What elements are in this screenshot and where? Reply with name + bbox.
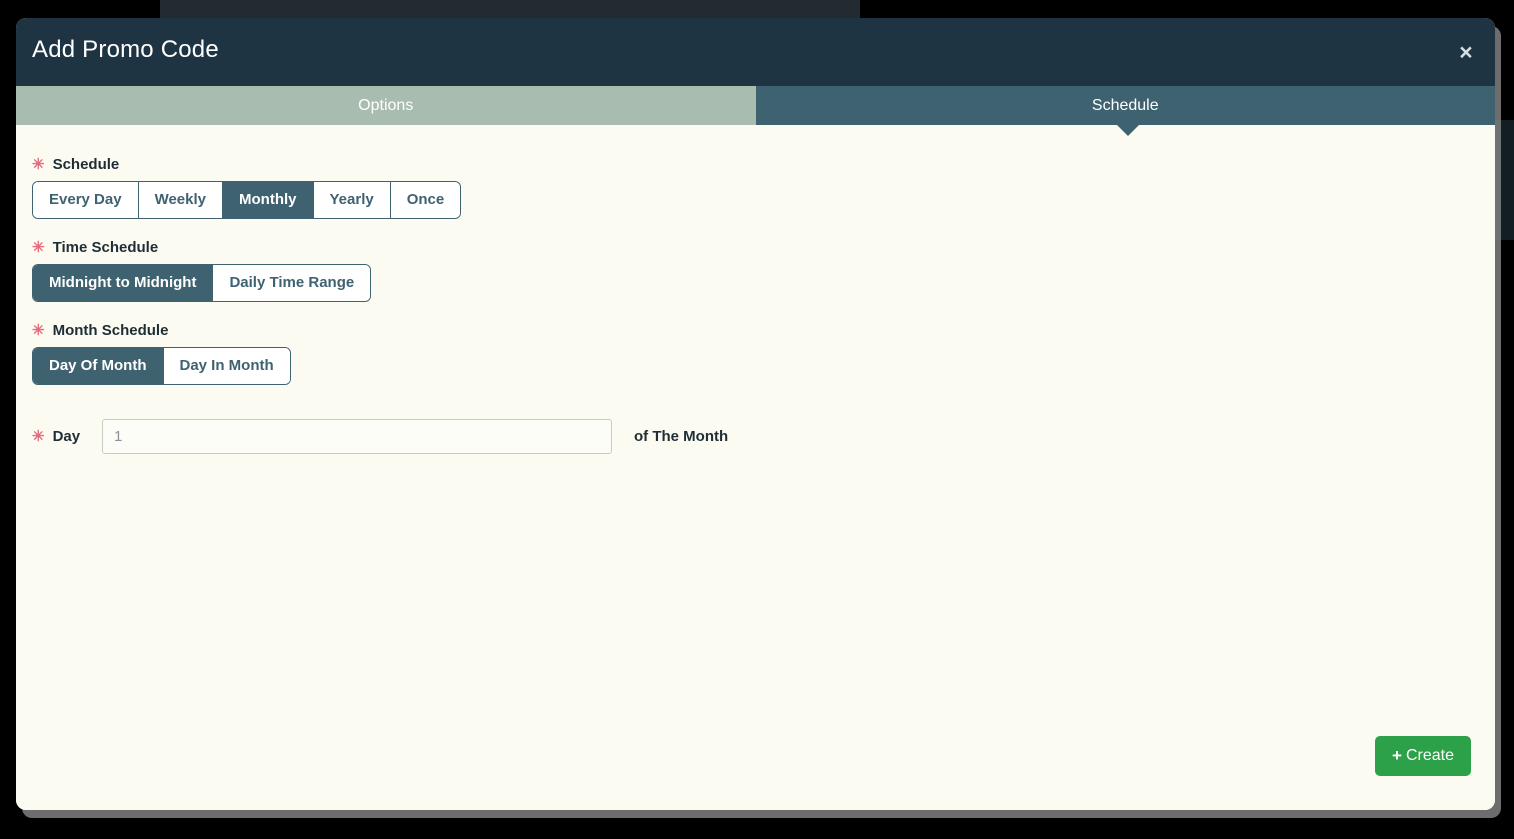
month-schedule-label-row: ✳ Month Schedule xyxy=(32,322,1479,339)
schedule-option-once[interactable]: Once xyxy=(390,182,461,218)
schedule-option-monthly[interactable]: Monthly xyxy=(223,182,314,218)
day-label: Day xyxy=(52,428,81,445)
close-icon[interactable]: × xyxy=(1453,39,1479,65)
tab-pointer-row xyxy=(16,125,1495,136)
time-schedule-label-row: ✳ Time Schedule xyxy=(32,239,1479,256)
schedule-label-row: ✳ Schedule xyxy=(32,156,1479,173)
backdrop-bleed-top xyxy=(160,0,860,20)
day-input[interactable] xyxy=(102,419,612,454)
month-schedule-field: ✳ Month Schedule Day Of Month Day In Mon… xyxy=(32,322,1479,385)
month-schedule-option-day-of-month[interactable]: Day Of Month xyxy=(33,348,164,384)
schedule-option-every-day[interactable]: Every Day xyxy=(33,182,139,218)
required-asterisk-icon: ✳ xyxy=(32,156,45,173)
time-schedule-option-daily-time-range[interactable]: Daily Time Range xyxy=(213,265,371,301)
month-schedule-label: Month Schedule xyxy=(52,322,169,339)
active-tab-pointer-icon xyxy=(1117,125,1139,136)
dialog-header: Add Promo Code × xyxy=(16,18,1495,86)
time-schedule-option-midnight-to-midnight[interactable]: Midnight to Midnight xyxy=(33,265,214,301)
time-schedule-field: ✳ Time Schedule Midnight to Midnight Dai… xyxy=(32,239,1479,302)
tab-schedule[interactable]: Schedule xyxy=(755,86,1495,125)
create-button[interactable]: + Create xyxy=(1375,736,1471,776)
month-schedule-option-day-in-month[interactable]: Day In Month xyxy=(163,348,290,384)
required-asterisk-icon: ✳ xyxy=(32,322,45,339)
time-schedule-button-group: Midnight to Midnight Daily Time Range xyxy=(32,264,372,302)
schedule-label: Schedule xyxy=(52,156,120,173)
schedule-field: ✳ Schedule Every Day Weekly Monthly Year… xyxy=(32,156,1479,219)
day-field-row: ✳ Day of The Month xyxy=(32,419,1479,454)
screen: Add Promo Code × Options Schedule ✳ Sche… xyxy=(0,0,1514,839)
add-promo-code-dialog: Add Promo Code × Options Schedule ✳ Sche… xyxy=(16,18,1495,810)
page-title: Add Promo Code xyxy=(32,36,219,63)
plus-icon: + xyxy=(1392,746,1402,765)
dialog-tabs: Options Schedule xyxy=(16,86,1495,125)
day-suffix-label: of The Month xyxy=(634,428,729,445)
create-button-label: Create xyxy=(1405,747,1454,764)
tab-schedule-label: Schedule xyxy=(1091,96,1159,114)
required-asterisk-icon: ✳ xyxy=(32,239,45,256)
month-schedule-button-group: Day Of Month Day In Month xyxy=(32,347,291,385)
schedule-option-weekly[interactable]: Weekly xyxy=(138,182,223,218)
tab-options-label: Options xyxy=(358,96,414,114)
day-label-row: ✳ Day xyxy=(32,428,102,445)
required-asterisk-icon: ✳ xyxy=(32,428,45,445)
time-schedule-label: Time Schedule xyxy=(52,239,159,256)
schedule-button-group: Every Day Weekly Monthly Yearly Once xyxy=(32,181,462,219)
schedule-option-yearly[interactable]: Yearly xyxy=(313,182,391,218)
tab-options[interactable]: Options xyxy=(16,86,756,125)
dialog-body: ✳ Schedule Every Day Weekly Monthly Year… xyxy=(16,156,1495,810)
